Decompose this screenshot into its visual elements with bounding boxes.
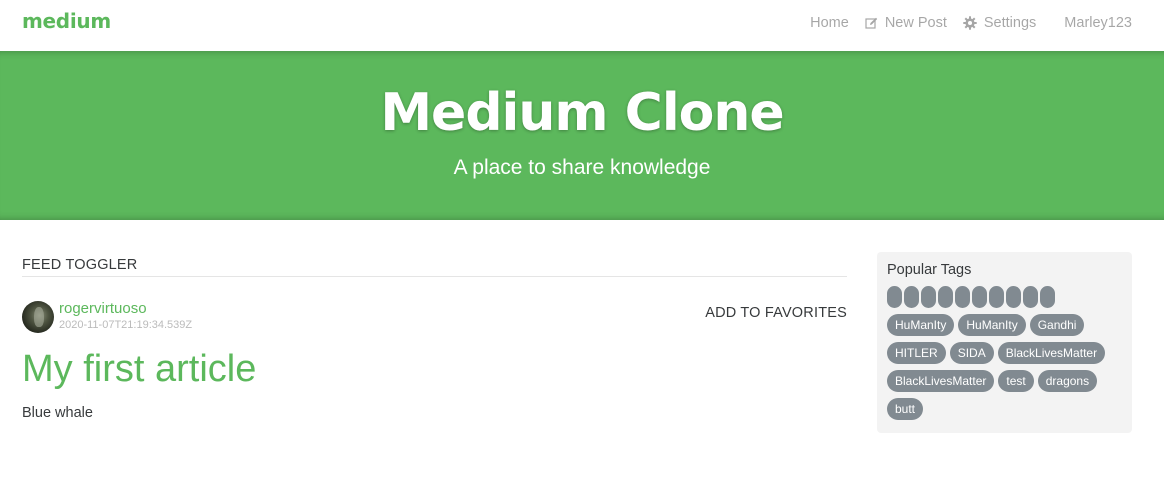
hero-banner: Medium Clone A place to share knowledge [0,51,1164,220]
add-to-favorites-button[interactable]: ADD TO FAVORITES [705,305,847,321]
tag-pill[interactable]: BlackLivesMatter [887,370,995,392]
nav-links: Home New Post Settings Marley123 [794,0,1132,46]
nav-new-post-link[interactable]: New Post [865,15,947,31]
top-navbar: medium Home New Post Settings Marley123 [0,0,1164,50]
nav-user-link[interactable]: Marley123 [1064,15,1132,31]
tag-pill-empty[interactable] [887,286,902,308]
banner-subtitle: A place to share knowledge [453,156,711,179]
tag-list: HuManIty HuManIty Gandhi HITLER SIDA BlackLiv… [887,314,1122,420]
popular-tags-heading: Popular Tags [887,262,972,278]
tag-pill[interactable]: test [998,370,1034,392]
tag-pill[interactable]: butt [887,398,924,420]
article-description: Blue whale [22,405,93,421]
brand-logo[interactable]: medium [22,9,111,33]
tag-pill-empty[interactable] [955,286,970,308]
tag-pill[interactable]: SIDA [949,342,994,364]
tag-pill[interactable]: HuManIty [887,314,955,336]
nav-settings-link[interactable]: Settings [963,15,1036,31]
article-date: 2020-11-07T21:19:34.539Z [59,319,193,331]
tag-pill-empty[interactable] [989,286,1004,308]
feed-toggler: FEED TOGGLER [22,254,847,277]
popular-tags-sidebar: Popular Tags HuManIty HuManIty Gandhi HITLE… [877,252,1132,433]
tag-pill-empty[interactable] [1023,286,1038,308]
author-avatar[interactable] [22,301,54,333]
tag-pill-empty[interactable] [904,286,919,308]
article-author-link[interactable]: rogervirtuoso [59,300,147,317]
tag-pill-empty[interactable] [938,286,953,308]
feed-toggler-label: FEED TOGGLER [22,257,138,273]
tag-pill[interactable]: dragons [1037,370,1098,392]
banner-title: Medium Clone [380,83,784,143]
nav-home-label: Home [810,15,849,31]
nav-new-post-label: New Post [884,15,947,31]
nav-settings-label: Settings [983,15,1037,31]
tag-pill[interactable]: HuManIty [958,314,1026,336]
gear-icon [963,16,977,30]
article-title-link[interactable]: My first article [22,348,256,391]
empty-tags-row [887,286,1122,308]
tag-pill[interactable]: HITLER [887,342,946,364]
nav-user-label: Marley123 [1064,15,1132,31]
nav-home-link[interactable]: Home [810,15,849,31]
tag-pill[interactable]: Gandhi [1029,314,1085,336]
edit-icon [865,17,878,30]
tag-pill-empty[interactable] [972,286,987,308]
article-preview: rogervirtuoso 2020-11-07T21:19:34.539Z A… [22,300,847,430]
tag-pill-empty[interactable] [921,286,936,308]
tag-pill[interactable]: BlackLivesMatter [997,342,1106,364]
tag-pill-empty[interactable] [1040,286,1055,308]
tag-pill-empty[interactable] [1006,286,1021,308]
